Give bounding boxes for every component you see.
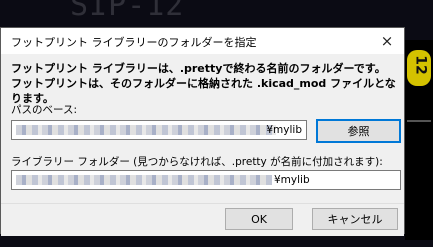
footprint-reference-text: SIP-12 (70, 0, 185, 23)
description-line-1: フットプリント ライブラリーは、.prettyで終わる名前のフォルダーです。 (11, 62, 386, 75)
folder-dialog: フットプリント ライブラリーのフォルダーを指定 × フットプリント ライブラリー… (0, 27, 405, 236)
pcb-trace (407, 120, 431, 130)
ok-button[interactable]: OK (225, 208, 293, 230)
redacted-path (16, 125, 276, 135)
library-folder-suffix: ¥mylib (274, 174, 310, 186)
pad-number: 12 (412, 55, 429, 75)
dialog-title: フットプリント ライブラリーのフォルダーを指定 (11, 36, 257, 49)
library-folder-input[interactable]: ¥mylib (11, 170, 401, 190)
cancel-button[interactable]: キャンセル (312, 208, 398, 230)
redacted-path (16, 175, 272, 185)
browse-button[interactable]: 参照 (316, 119, 401, 143)
dialog-button-bar: OK キャンセル (1, 203, 404, 236)
dialog-titlebar: フットプリント ライブラリーのフォルダーを指定 × (1, 28, 404, 54)
close-icon[interactable]: × (370, 28, 404, 54)
base-path-suffix: ¥mylib (266, 124, 302, 136)
base-path-input[interactable]: ¥mylib (11, 120, 307, 140)
library-folder-label: ライブラリー フォルダー (見つからなければ、.pretty が名前に付加されま… (11, 156, 383, 168)
dialog-description: フットプリント ライブラリーは、.prettyで終わる名前のフォルダーです。 フ… (11, 61, 404, 106)
base-path-label: パスのベース: (11, 104, 78, 116)
